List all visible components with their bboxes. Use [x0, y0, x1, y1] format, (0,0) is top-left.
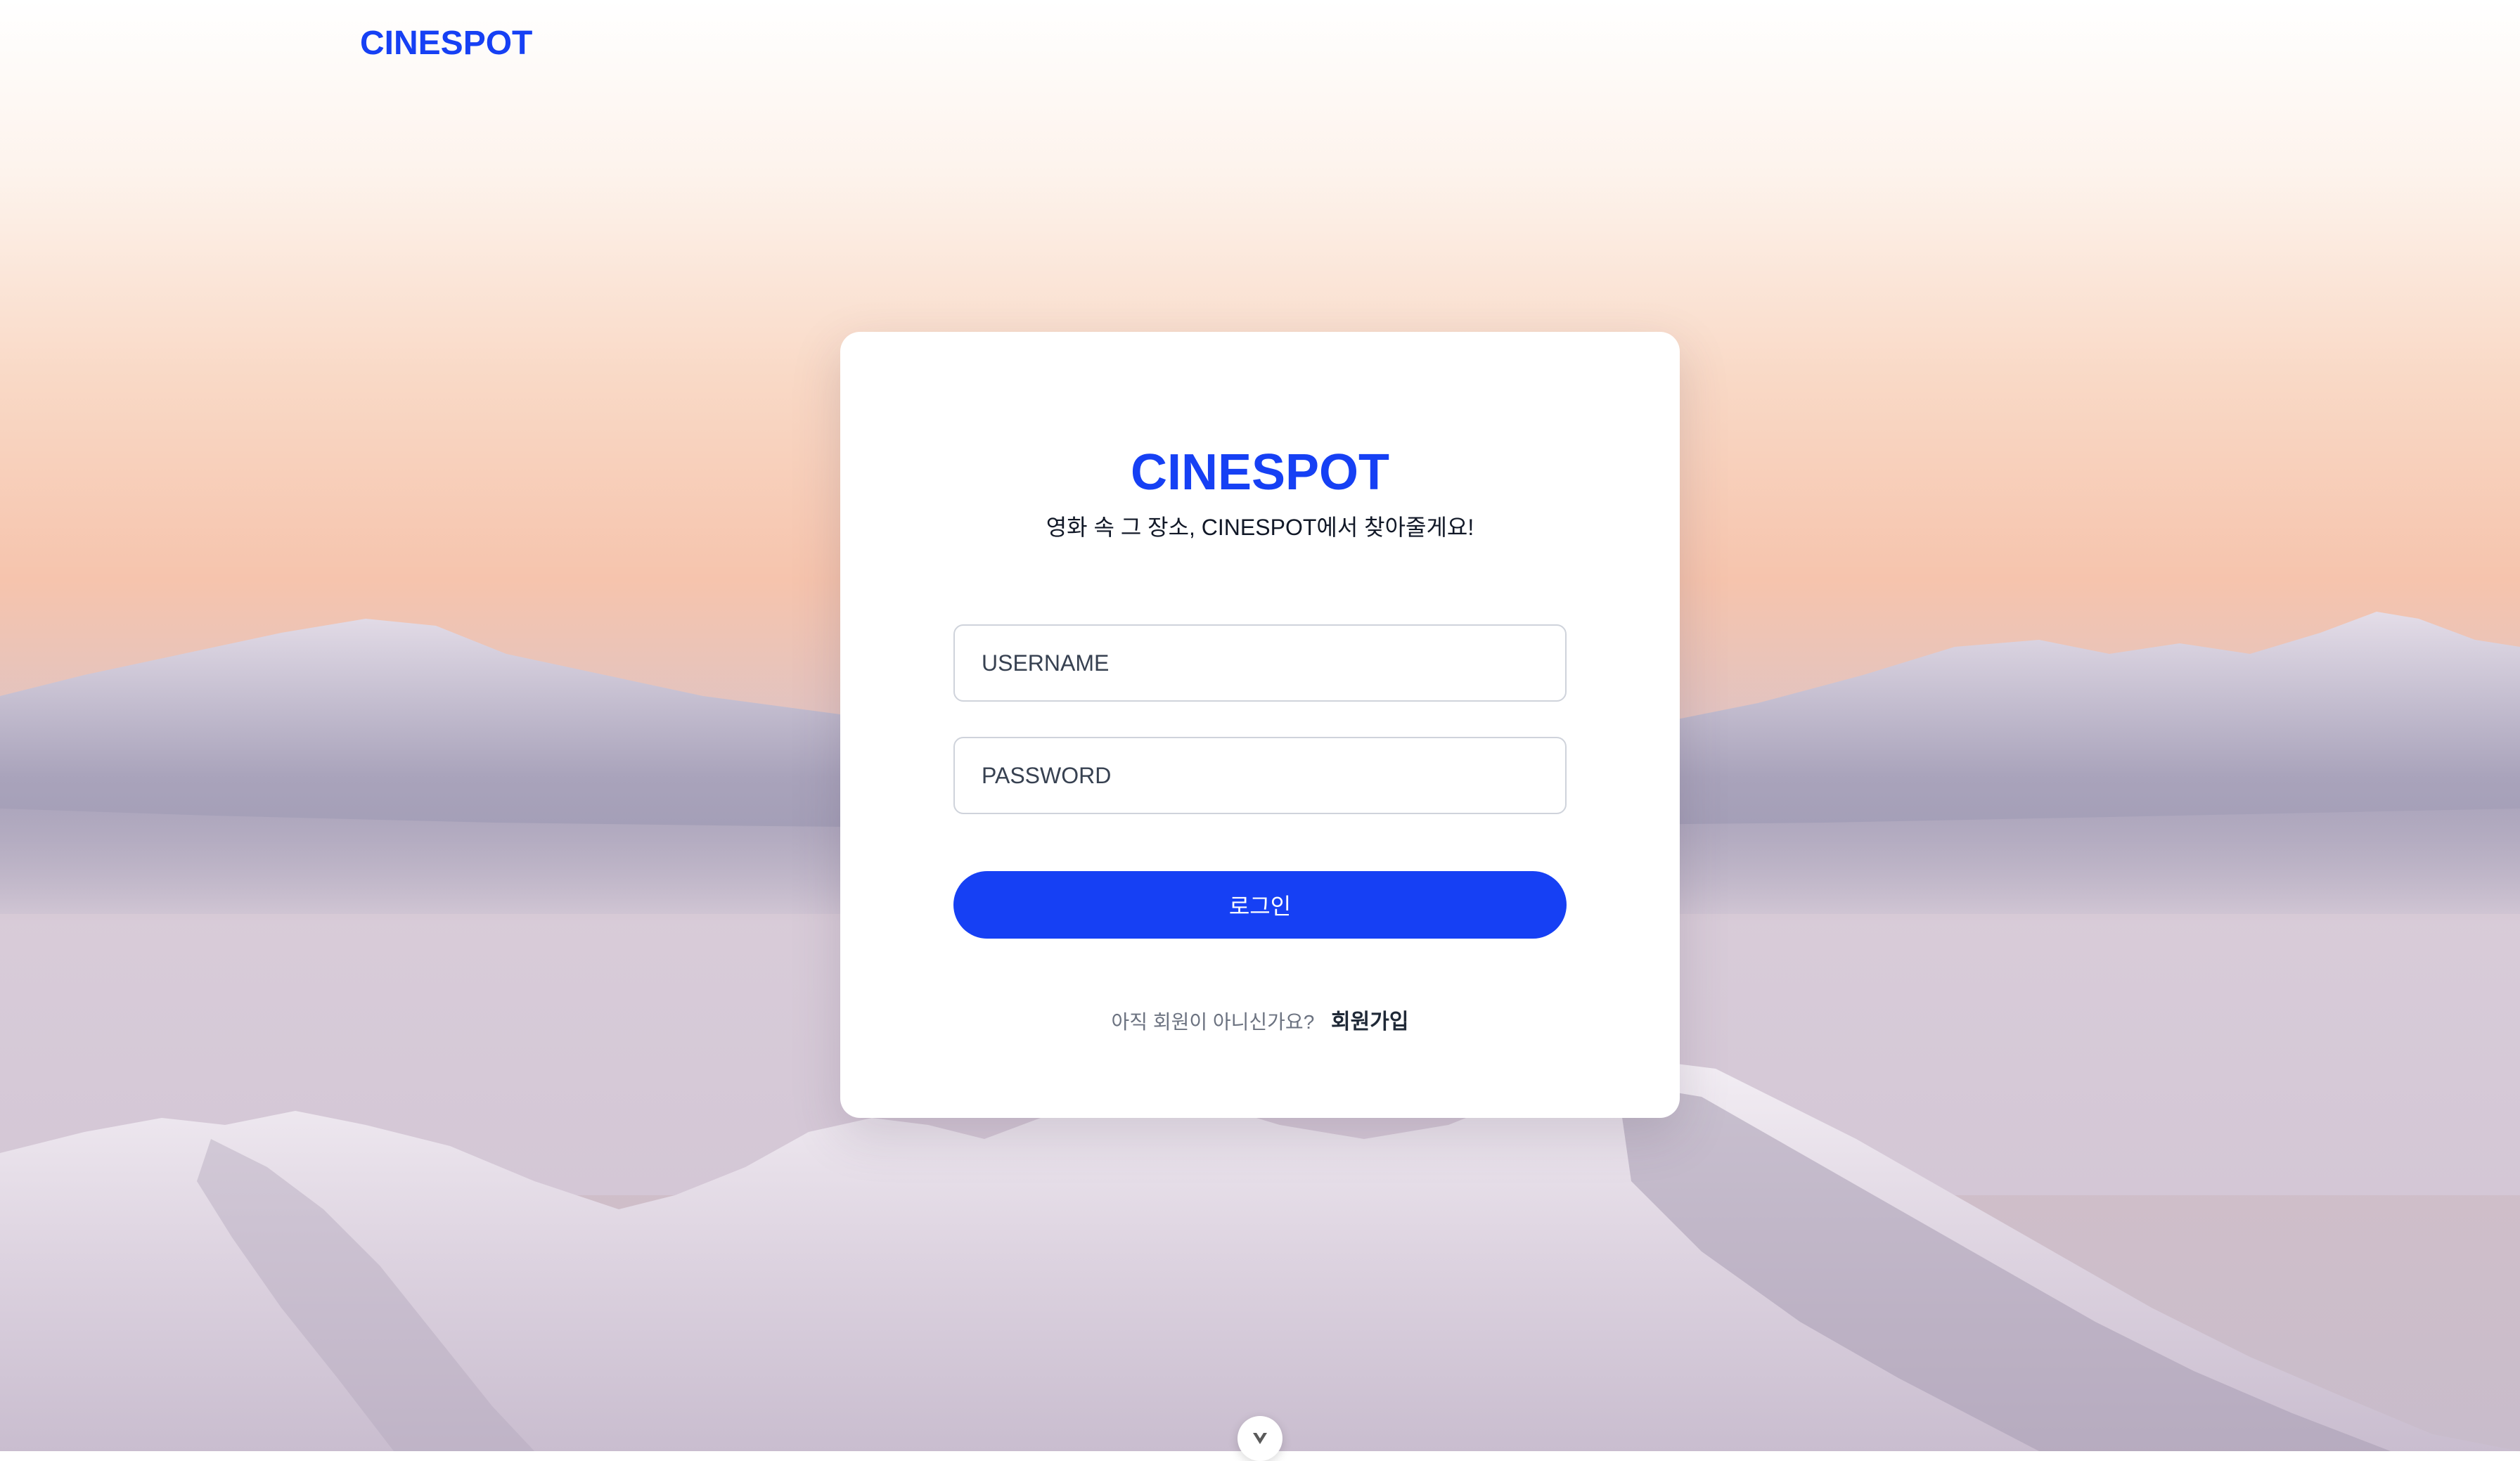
- login-button[interactable]: 로그인: [953, 871, 1567, 939]
- login-subtitle: 영화 속 그 장소, CINESPOT에서 찾아줄게요!: [1046, 515, 1474, 540]
- password-input[interactable]: [953, 737, 1567, 814]
- signup-prompt: 아직 회원이 아니신가요?: [1111, 1011, 1315, 1033]
- chevron-down-icon: [1253, 1433, 1267, 1444]
- signup-link[interactable]: 회원가입: [1331, 1010, 1408, 1034]
- login-title: CINESPOT: [1130, 444, 1390, 501]
- header-logo[interactable]: CINESPOT: [360, 24, 532, 63]
- username-input[interactable]: [953, 624, 1567, 702]
- scroll-toggle-button[interactable]: [1238, 1416, 1282, 1461]
- signup-row: 아직 회원이 아니신가요? 회원가입: [0, 1007, 2520, 1038]
